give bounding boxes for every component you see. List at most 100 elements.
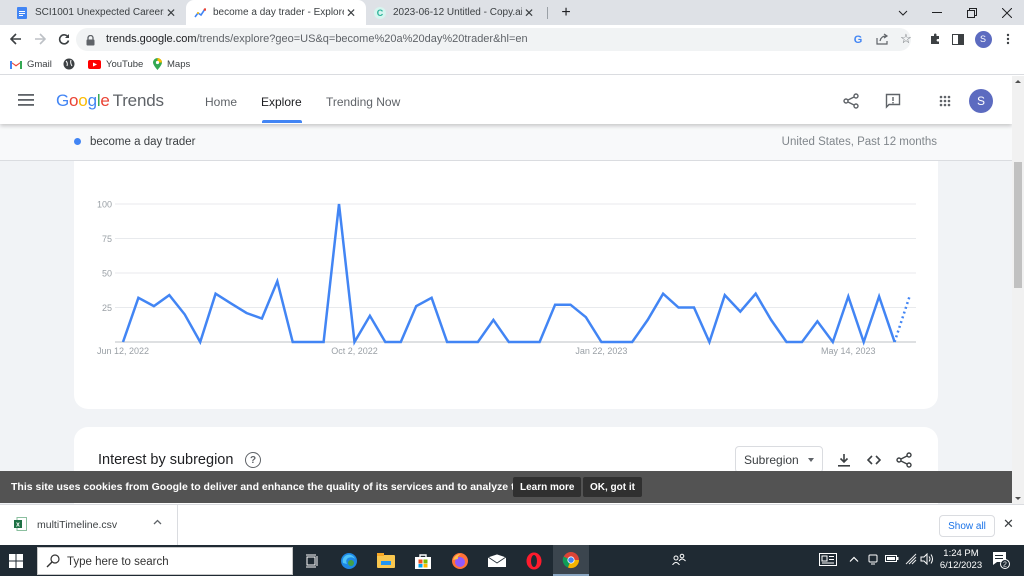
tab-google-trends[interactable]: become a day trader - Explore - G ✕: [186, 0, 366, 25]
search-term-bar: become a day trader United States, Past …: [0, 124, 1012, 161]
google-lens-icon[interactable]: G: [848, 29, 868, 49]
subregion-select[interactable]: Subregion: [735, 446, 823, 473]
profile-avatar[interactable]: S: [973, 29, 993, 49]
volume-icon[interactable]: [920, 552, 934, 568]
close-tab-icon[interactable]: ✕: [164, 6, 178, 20]
bookmark-globe[interactable]: [63, 56, 80, 72]
hamburger-menu-icon[interactable]: [18, 93, 34, 111]
globe-icon: [63, 58, 75, 70]
bookmark-youtube[interactable]: YouTube: [88, 56, 143, 72]
profile-initial: S: [974, 30, 992, 48]
share-icon[interactable]: [840, 90, 862, 112]
svg-text:C: C: [377, 8, 384, 18]
tab-title: 2023-06-12 Untitled - Copy.ai: [393, 7, 522, 18]
chrome-taskbar-icon[interactable]: [553, 545, 589, 576]
taskbar-search-box[interactable]: Type here to search: [37, 547, 293, 575]
system-clock[interactable]: 1:24 PM 6/12/2023: [938, 548, 984, 572]
close-tab-icon[interactable]: ✕: [522, 6, 536, 20]
share-subregion-icon[interactable]: [895, 451, 913, 469]
embed-code-icon[interactable]: [865, 451, 883, 469]
y-tick-label: 75: [102, 234, 112, 244]
bookmark-label: Gmail: [27, 58, 52, 70]
scrollbar-thumb[interactable]: [1014, 162, 1022, 288]
side-panel-icon[interactable]: [948, 29, 968, 49]
edge-browser-icon[interactable]: [331, 545, 367, 576]
bookmark-gmail[interactable]: Gmail: [10, 56, 52, 72]
show-hidden-icons-icon[interactable]: [849, 553, 859, 565]
restore-button[interactable]: [955, 0, 989, 25]
nav-home[interactable]: Home: [205, 95, 237, 109]
download-csv-icon[interactable]: [835, 451, 853, 469]
new-tab-button[interactable]: +: [549, 0, 583, 25]
minimize-button[interactable]: [920, 0, 954, 25]
subregion-select-value: Subregion: [744, 452, 799, 467]
region-timeframe: United States, Past 12 months: [781, 136, 937, 148]
interest-over-time-chart[interactable]: 25 50 75 100 Jun 12, 2022 Oct 2, 2022 Jan 22,…: [74, 161, 938, 409]
download-file-name: multiTimeline.csv: [37, 519, 118, 531]
chrome-menu-icon[interactable]: [998, 29, 1018, 49]
address-bar[interactable]: trends.google.com/trends/explore?geo=US&…: [76, 28, 911, 51]
wifi-icon[interactable]: [905, 553, 917, 568]
tab-search-icon[interactable]: [886, 0, 920, 25]
close-download-bar-icon[interactable]: ✕: [1003, 516, 1014, 532]
google-wordmark: Google: [56, 91, 110, 110]
tab-copy-ai[interactable]: C 2023-06-12 Untitled - Copy.ai ✕: [366, 0, 544, 25]
chevron-up-icon[interactable]: [153, 516, 162, 528]
page-scrollbar[interactable]: [1012, 76, 1024, 504]
search-term[interactable]: become a day trader: [90, 136, 195, 148]
google-apps-icon[interactable]: [934, 90, 956, 112]
nav-trending-now[interactable]: Trending Now: [326, 95, 400, 109]
news-widget-icon[interactable]: [819, 553, 837, 569]
google-trends-logo[interactable]: Google Trends: [56, 91, 164, 111]
show-all-button[interactable]: Show all: [939, 515, 995, 537]
windows-start-icon[interactable]: [9, 554, 23, 573]
meet-now-icon[interactable]: [867, 553, 879, 568]
lock-icon: [86, 33, 95, 51]
firefox-icon[interactable]: [442, 545, 478, 576]
interest-over-time-card: 25 50 75 100 Jun 12, 2022 Oct 2, 2022 Jan 22,…: [74, 161, 938, 409]
download-item[interactable]: x multiTimeline.csv: [0, 505, 178, 545]
task-view-icon[interactable]: [294, 545, 330, 576]
url-host: trends.google.com: [106, 33, 197, 45]
trends-header: Google Trends Home Explore Trending Now S: [0, 76, 1012, 124]
y-tick-label: 100: [97, 200, 112, 210]
tab-separator: [547, 7, 548, 19]
svg-text:x: x: [16, 522, 20, 529]
back-button[interactable]: [6, 29, 26, 49]
account-avatar[interactable]: S: [969, 89, 993, 113]
share-page-icon[interactable]: [872, 29, 892, 49]
action-center-icon[interactable]: 2: [992, 551, 1010, 572]
scroll-down-arrow-icon[interactable]: [1015, 497, 1021, 500]
search-icon: [46, 554, 60, 573]
mail-icon[interactable]: [479, 545, 515, 576]
file-explorer-icon[interactable]: [368, 545, 404, 576]
excel-file-icon: x: [14, 517, 27, 536]
y-tick-label: 50: [102, 269, 112, 279]
tab-sci1001[interactable]: SCI1001 Unexpected Careers Tha ✕: [8, 0, 186, 25]
x-tick-label: Jan 22, 2023: [575, 346, 627, 356]
reload-button[interactable]: [54, 29, 74, 49]
y-tick-label: 25: [102, 303, 112, 313]
x-tick-label: Jun 12, 2022: [97, 346, 149, 356]
gmail-icon: [10, 60, 22, 69]
help-icon[interactable]: ?: [245, 452, 261, 468]
forward-button[interactable]: [30, 29, 50, 49]
bookmark-maps[interactable]: Maps: [153, 56, 190, 72]
battery-icon[interactable]: [885, 553, 899, 566]
notification-count: 2: [1003, 562, 1007, 569]
microsoft-store-icon[interactable]: [405, 545, 441, 576]
term-color-dot: [74, 138, 81, 145]
opera-icon[interactable]: [516, 545, 552, 576]
download-shelf: x multiTimeline.csv Show all ✕: [0, 504, 1024, 545]
close-window-button[interactable]: [990, 0, 1024, 25]
feedback-icon[interactable]: [882, 90, 904, 112]
bookmark-star-icon[interactable]: ☆: [896, 29, 916, 49]
partial-data-line: [893, 294, 912, 343]
close-tab-icon[interactable]: ✕: [344, 6, 358, 20]
nav-explore[interactable]: Explore: [261, 95, 302, 109]
learn-more-button[interactable]: Learn more: [513, 477, 582, 497]
extensions-icon[interactable]: [925, 29, 945, 49]
scroll-up-arrow-icon[interactable]: [1015, 80, 1021, 83]
people-icon[interactable]: [672, 553, 686, 568]
ok-got-it-button[interactable]: OK, got it: [583, 477, 642, 497]
